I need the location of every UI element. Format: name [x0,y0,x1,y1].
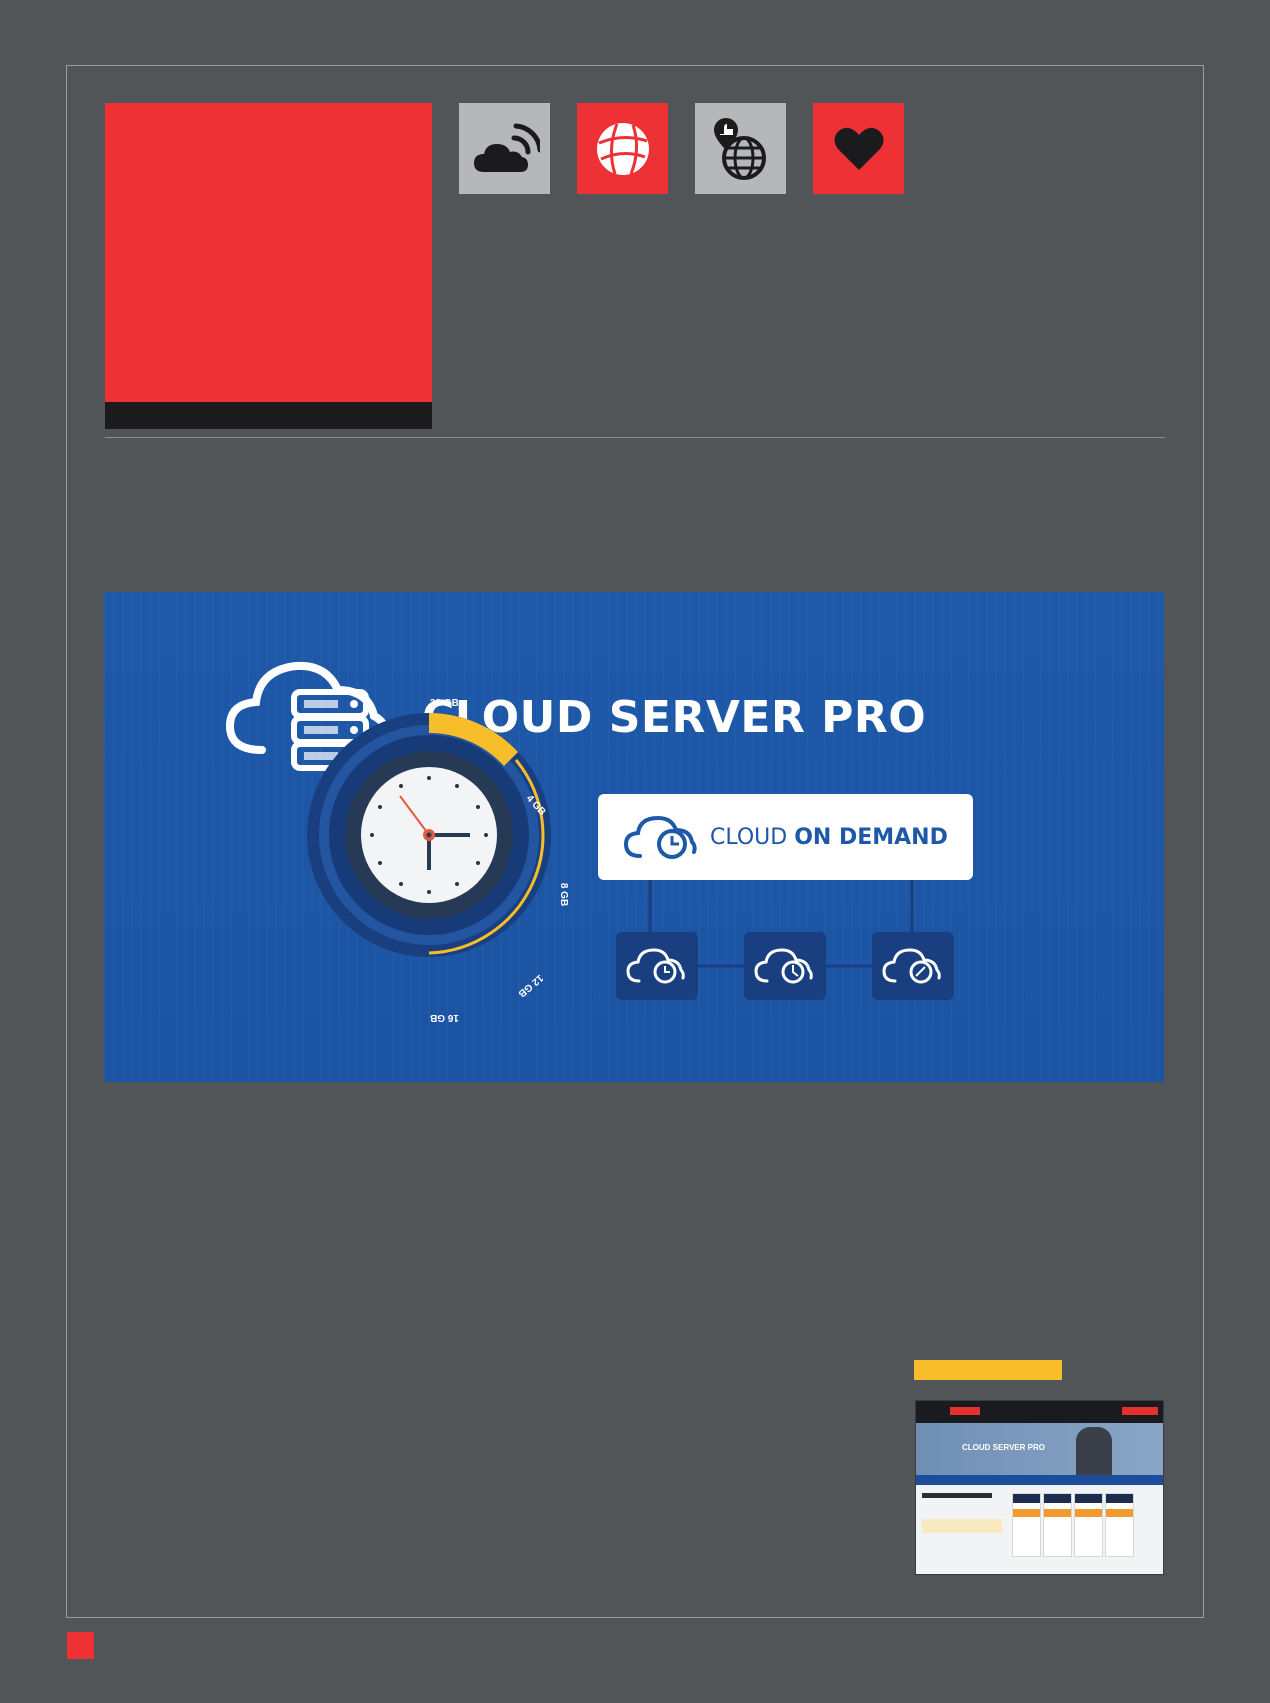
cloud-node-3 [872,932,954,1000]
thumb-price-card [1074,1493,1103,1557]
heart-tile [813,103,904,194]
globe-icon [596,122,649,175]
heart-icon [833,127,884,170]
globe-tile [577,103,668,194]
cloud-clock-icon [754,948,813,984]
cloud-server-pro-banner: CLOUD SERVER PRO 32 GB 4 GB 8 GB 12 GB 1… [104,592,1164,1082]
thumb-heading [922,1493,992,1498]
thumb-cta-button [1122,1407,1158,1415]
thumb-price-card [1012,1493,1041,1557]
website-screenshot-thumbnail: CLOUD SERVER PRO [915,1400,1164,1575]
cloud-clock-icon [626,948,685,984]
cloud-signal-icon [473,123,540,172]
connector-lines [648,880,914,968]
section-header-band [105,402,432,429]
section-divider [105,437,1165,438]
cloud-node-2 [744,932,826,1000]
page-number-marker [67,1632,94,1659]
cloud-node-1 [616,932,698,1000]
thumb-person-image [1076,1427,1112,1475]
thumb-logo [950,1407,980,1415]
thumb-price-card [1105,1493,1134,1557]
thumb-nav-strip [916,1475,1163,1485]
cloud-signal-tile [459,103,550,194]
section-header-block [105,103,432,429]
thumb-hero-title: CLOUD SERVER PRO [962,1443,1045,1452]
thumb-price-card [1043,1493,1072,1557]
globe-thumbs-up-tile [695,103,786,194]
globe-thumbs-up-icon [713,117,766,180]
cloud-gauge-icon [882,948,941,984]
thumb-note [922,1519,1002,1533]
caption-highlight-bar [914,1360,1062,1380]
